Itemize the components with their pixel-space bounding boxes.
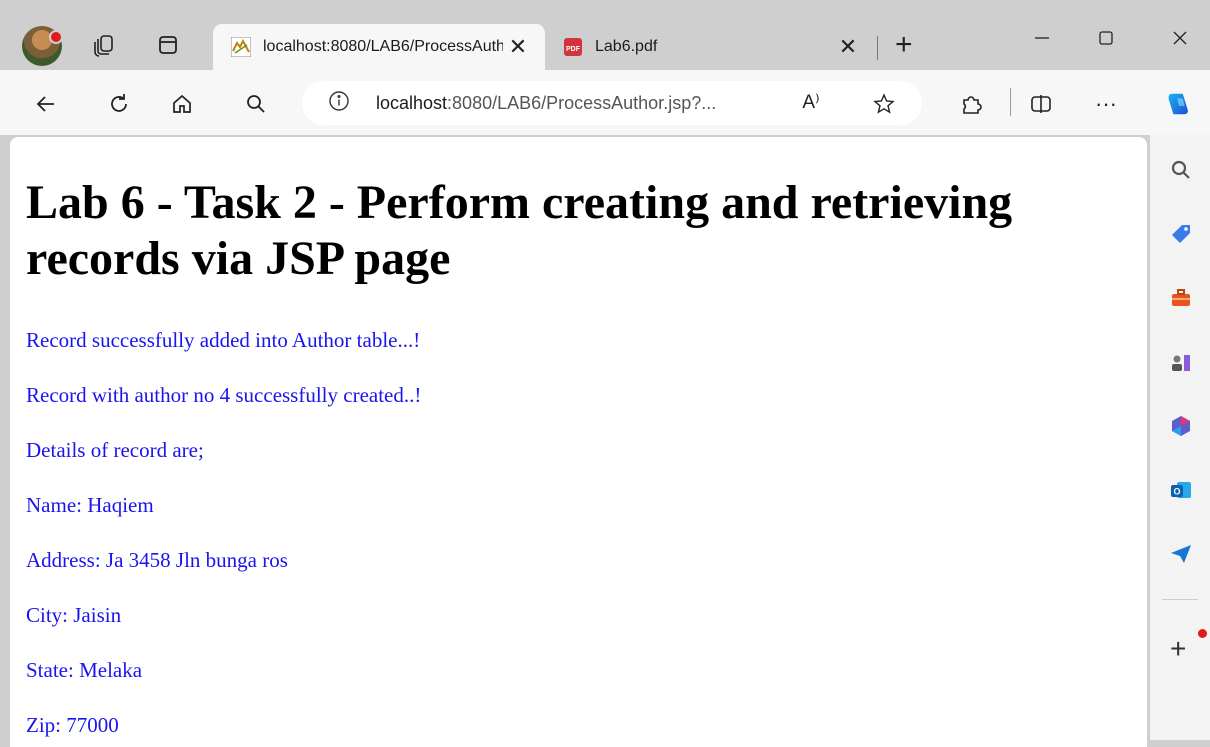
record-city: City: Jaisin (26, 603, 122, 627)
notification-dot (49, 30, 63, 44)
notification-dot (1198, 629, 1207, 638)
favorite-star-icon[interactable] (870, 90, 898, 118)
tab-strip: localhost:8080/LAB6/ProcessAuthor.jsp? ✕… (0, 0, 1210, 70)
tab-actions-icon[interactable] (154, 31, 182, 59)
microsoft-365-icon[interactable] (1168, 413, 1194, 439)
web-page: Lab 6 - Task 2 - Perform creating and re… (10, 137, 1147, 747)
tab-divider (877, 36, 878, 60)
navigation-toolbar: localhost:8080/LAB6/ProcessAuthor.jsp?..… (0, 70, 1210, 135)
tomcat-icon (230, 36, 252, 58)
edge-sidebar: O + (1150, 135, 1210, 740)
record-address: Address: Ja 3458 Jln bunga ros (26, 548, 288, 572)
tab-process-author[interactable]: localhost:8080/LAB6/ProcessAuthor.jsp? ✕ (213, 24, 545, 70)
back-icon[interactable] (32, 90, 60, 118)
tab-title: Lab6.pdf (595, 38, 658, 55)
tools-briefcase-icon[interactable] (1168, 285, 1194, 311)
message-line: Record with author no 4 successfully cre… (26, 383, 422, 407)
home-icon[interactable] (168, 90, 196, 118)
more-menu-icon[interactable]: ··· (1092, 90, 1120, 118)
tab-title: localhost:8080/LAB6/ProcessAuthor.jsp? (263, 38, 503, 55)
message-line: Details of record are; (26, 438, 204, 462)
sidebar-search-icon[interactable] (1168, 157, 1194, 183)
refresh-icon[interactable] (105, 90, 133, 118)
workspaces-icon[interactable] (90, 31, 118, 59)
close-tab-icon[interactable]: ✕ (503, 34, 533, 60)
toolbar-divider (1010, 88, 1011, 116)
url-text: localhost:8080/LAB6/ProcessAuthor.jsp?..… (376, 92, 717, 113)
page-heading: Lab 6 - Task 2 - Perform creating and re… (26, 176, 1013, 285)
record-state: State: Melaka (26, 658, 143, 682)
minimize-button[interactable] (1022, 26, 1062, 50)
svg-text:PDF: PDF (566, 46, 581, 53)
outlook-icon[interactable]: O (1168, 477, 1194, 503)
maximize-button[interactable] (1086, 26, 1126, 50)
svg-text:O: O (1173, 487, 1180, 497)
send-drop-icon[interactable] (1168, 541, 1194, 567)
split-screen-icon[interactable] (1027, 90, 1055, 118)
read-aloud-icon[interactable]: A⁾ (797, 88, 825, 116)
shopping-tag-icon[interactable] (1168, 221, 1194, 247)
record-name: Name: Haqiem (26, 493, 154, 517)
add-sidebar-app-icon[interactable]: + (1170, 635, 1186, 663)
site-info-icon[interactable] (328, 90, 350, 117)
sidebar-divider (1162, 599, 1198, 600)
address-bar[interactable]: localhost:8080/LAB6/ProcessAuthor.jsp?..… (302, 81, 922, 125)
copilot-icon[interactable] (1165, 90, 1193, 118)
games-chess-icon[interactable] (1168, 349, 1194, 375)
pdf-icon: PDF (563, 37, 583, 57)
extensions-icon[interactable] (957, 90, 985, 118)
record-zip: Zip: 77000 (26, 713, 119, 737)
tab-lab6-pdf[interactable]: PDF Lab6.pdf ✕ (545, 24, 875, 70)
close-tab-icon[interactable]: ✕ (833, 34, 863, 60)
new-tab-button[interactable]: + (895, 30, 913, 60)
message-line: Record successfully added into Author ta… (26, 328, 421, 352)
close-window-button[interactable] (1160, 26, 1200, 50)
search-icon[interactable] (242, 90, 270, 118)
